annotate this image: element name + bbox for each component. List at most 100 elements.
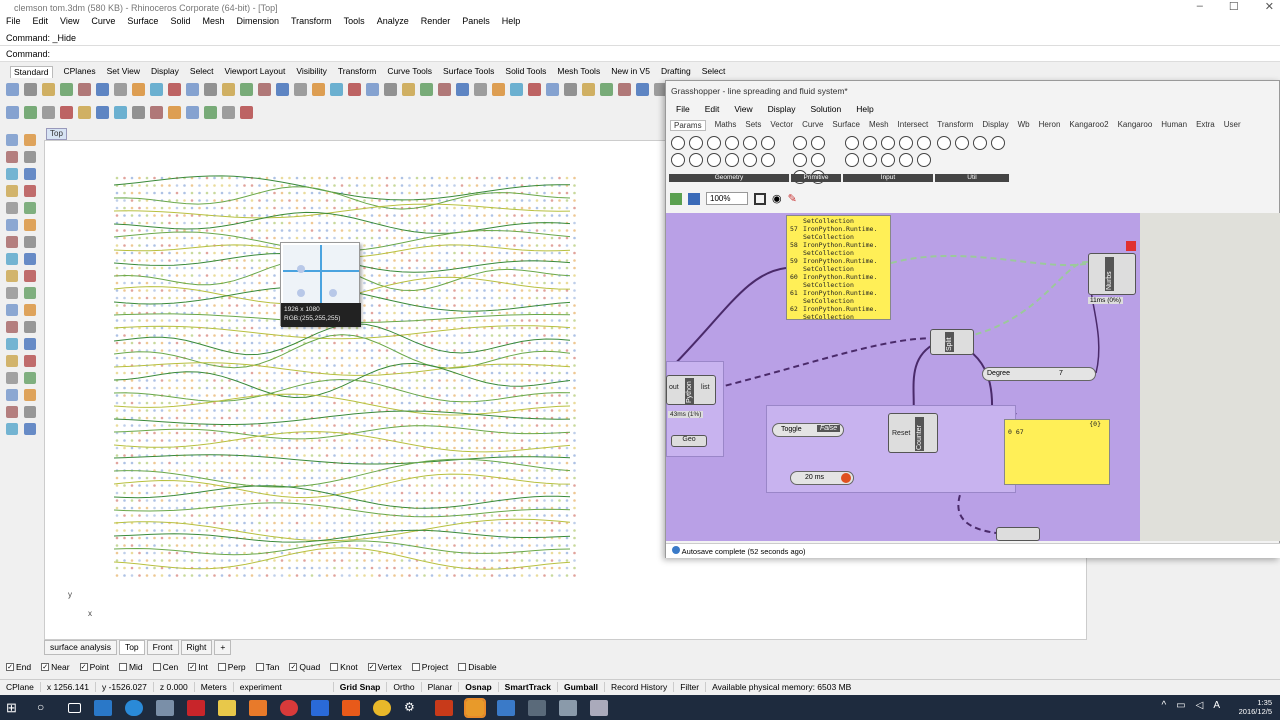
tool-icon[interactable]: [24, 253, 36, 265]
app-icon-gray[interactable]: [559, 699, 577, 716]
ribbon-icon[interactable]: [917, 153, 931, 167]
toggle-component[interactable]: Toggle False: [772, 423, 844, 437]
checkbox[interactable]: ✓: [367, 662, 376, 671]
line-pattern-geometry[interactable]: [114, 175, 576, 579]
menu-item-panels[interactable]: Panels: [462, 16, 490, 29]
ribbon-icon[interactable]: [991, 136, 1005, 150]
tool-icon[interactable]: [24, 202, 36, 214]
tool-icon[interactable]: [168, 105, 181, 119]
frame-icon[interactable]: [754, 192, 766, 205]
app-icon-gray2[interactable]: [590, 699, 608, 716]
checkbox[interactable]: [118, 662, 127, 671]
tool-icon[interactable]: [6, 406, 18, 418]
filter-toggle[interactable]: Filter: [674, 682, 707, 692]
tool-icon[interactable]: [24, 270, 36, 282]
gh-tab-mesh[interactable]: Mesh: [869, 120, 889, 131]
gumball-toggle[interactable]: Gumball: [558, 682, 605, 692]
open-file-icon[interactable]: [670, 192, 682, 205]
ribbon-icon[interactable]: [863, 153, 877, 167]
tool-icon[interactable]: [24, 406, 36, 418]
tool-icon[interactable]: [24, 423, 36, 435]
status-layer[interactable]: experiment: [234, 682, 334, 692]
ortho-toggle[interactable]: Ortho: [387, 682, 422, 692]
tool-icon[interactable]: [384, 82, 397, 96]
settings-icon[interactable]: ⚙: [404, 700, 422, 716]
toolbar-tab-surface-tools[interactable]: Surface Tools: [443, 66, 494, 78]
tool-icon[interactable]: [24, 168, 36, 180]
ribbon-icon[interactable]: [845, 153, 859, 167]
python-component[interactable]: out Python list: [666, 375, 716, 405]
tool-icon[interactable]: [6, 270, 18, 282]
toolbar-tab-display[interactable]: Display: [151, 66, 179, 78]
grasshopper-window[interactable]: Grasshopper - line spreading and fluid s…: [665, 80, 1280, 558]
tool-icon[interactable]: [24, 355, 36, 367]
osnap-knot[interactable]: Knot: [330, 662, 358, 672]
menu-item-edit[interactable]: Edit: [33, 16, 49, 29]
ribbon-icon[interactable]: [707, 153, 721, 167]
gh-tab-curve[interactable]: Curve: [802, 120, 823, 131]
checkbox[interactable]: ✓: [6, 662, 14, 671]
osnap-tan[interactable]: Tan: [255, 662, 279, 672]
ribbon-icon[interactable]: [845, 136, 859, 150]
task-view-icon[interactable]: [68, 702, 81, 713]
tool-icon[interactable]: [24, 389, 36, 401]
gh-menu-solution[interactable]: Solution: [811, 104, 842, 114]
close-icon[interactable]: ✕: [1265, 0, 1274, 13]
grasshopper-taskbar-icon[interactable]: [528, 699, 546, 716]
tool-icon[interactable]: [240, 82, 253, 96]
tool-icon[interactable]: [42, 82, 55, 96]
gh-tab-kangaroo[interactable]: Kangaroo: [1118, 120, 1153, 131]
tool-icon[interactable]: [24, 82, 37, 96]
counter-component[interactable]: Reset Counter: [888, 413, 938, 453]
tool-icon[interactable]: [240, 105, 253, 119]
checkbox[interactable]: ✓: [188, 662, 197, 671]
tool-icon[interactable]: [6, 185, 18, 197]
tool-icon[interactable]: [24, 372, 36, 384]
tool-icon[interactable]: [276, 82, 289, 96]
tool-icon[interactable]: [258, 82, 271, 96]
tool-icon[interactable]: [186, 82, 199, 96]
osnap-cen[interactable]: Cen: [152, 662, 178, 672]
split-component[interactable]: Split: [930, 329, 974, 355]
tool-icon[interactable]: [6, 134, 18, 146]
ribbon-icon[interactable]: [743, 136, 757, 150]
ribbon-icon[interactable]: [811, 153, 825, 167]
gh-menu-edit[interactable]: Edit: [705, 104, 720, 114]
app-icon-amber[interactable]: [464, 697, 486, 718]
gh-tab-transform[interactable]: Transform: [937, 120, 973, 131]
menu-item-mesh[interactable]: Mesh: [202, 16, 224, 29]
geo-param[interactable]: Geo: [671, 435, 707, 447]
tool-icon[interactable]: [6, 423, 18, 435]
tool-icon[interactable]: [636, 82, 649, 96]
ribbon-icon[interactable]: [707, 136, 721, 150]
ribbon-icon[interactable]: [955, 136, 969, 150]
tool-icon[interactable]: [6, 338, 18, 350]
tool-icon[interactable]: [24, 134, 36, 146]
osnap-perp[interactable]: Perp: [217, 662, 246, 672]
tool-icon[interactable]: [6, 304, 18, 316]
toolbar-tab-viewport-layout[interactable]: Viewport Layout: [225, 66, 286, 78]
python-output-panel[interactable]: SetCollection 57 IronPython.Runtime. SetCol…: [786, 215, 891, 321]
ribbon-icon[interactable]: [725, 153, 739, 167]
osnap-toggle[interactable]: Osnap: [459, 682, 499, 692]
menu-item-render[interactable]: Render: [421, 16, 451, 29]
ribbon-icon[interactable]: [689, 153, 703, 167]
menu-item-analyze[interactable]: Analyze: [377, 16, 409, 29]
gh-menu-display[interactable]: Display: [768, 104, 796, 114]
app-icon-red[interactable]: [435, 699, 453, 716]
ribbon-icon[interactable]: [881, 136, 895, 150]
tool-icon[interactable]: [150, 82, 163, 96]
gh-tab-params[interactable]: Params: [670, 120, 706, 131]
checkbox[interactable]: [152, 662, 161, 671]
ribbon-icon[interactable]: [899, 136, 913, 150]
butterfly-icon[interactable]: [249, 699, 267, 716]
tool-icon[interactable]: [6, 253, 18, 265]
tool-icon[interactable]: [204, 105, 217, 119]
view-tab-add[interactable]: +: [214, 640, 232, 655]
save-icon[interactable]: [688, 192, 700, 205]
tool-icon[interactable]: [24, 185, 36, 197]
nurbs-component[interactable]: Nurbs: [1088, 253, 1136, 295]
osnap-quad[interactable]: ✓ Quad: [289, 662, 320, 672]
gh-tab-user[interactable]: User: [1224, 120, 1241, 131]
tool-icon[interactable]: [402, 82, 415, 96]
